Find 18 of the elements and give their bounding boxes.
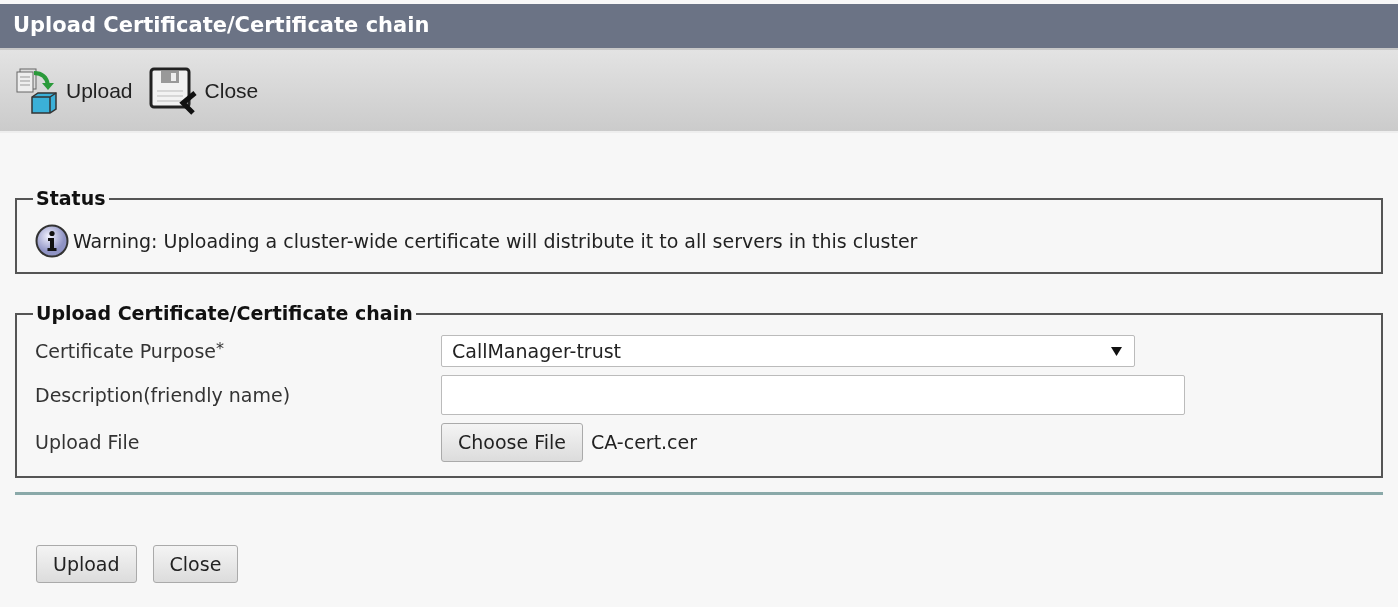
toolbar-button[interactable]: Close [148,66,259,115]
window-title: Upload Certificate/Certificate chain [13,12,430,40]
caret-icon [1111,346,1122,356]
floppy-disk-icon [148,66,199,115]
form-button[interactable]: Close [152,544,239,583]
panel-legend: Status [33,189,109,208]
choose-file-button[interactable]: Choose File [441,423,583,462]
purpose-dropdown[interactable]: CallManager-trust [441,335,1135,367]
warning-message: Warning: Uploading a cluster-wide certificate will distribute it to all servers in this cluster [73,228,918,254]
field-label: Description(friendly name) [35,382,292,408]
form-button[interactable]: Upload [36,544,137,583]
field-label: Certificate Purpose* [35,337,225,364]
panel-legend: Upload Certificate/Certificate chain [33,304,416,323]
file-name: CA-cert.cer [591,430,698,455]
field-label: Upload File [35,430,141,455]
toolbar-button[interactable]: Upload [16,66,133,115]
upload-icon [16,66,60,115]
info-icon [35,224,69,258]
